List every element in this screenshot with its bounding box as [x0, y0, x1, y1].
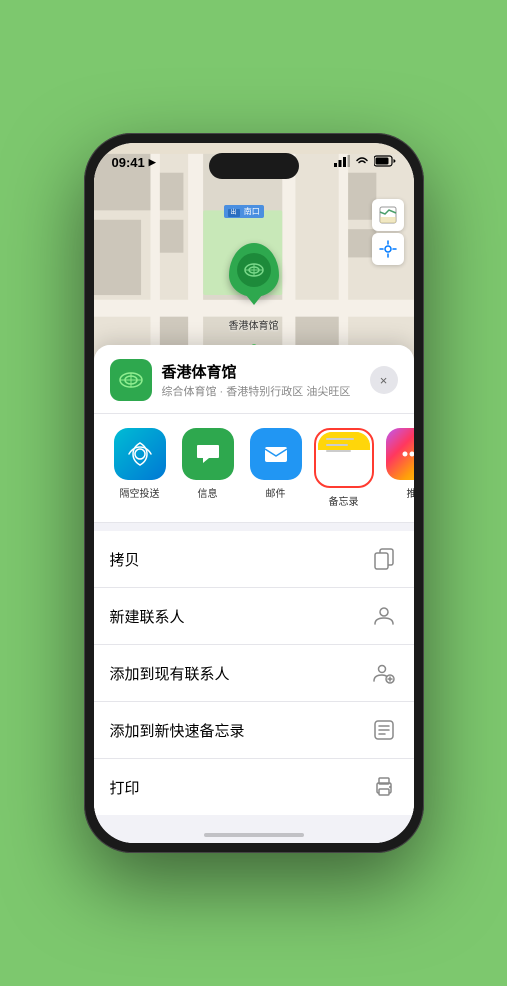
message-icon-wrap: [182, 428, 234, 480]
action-item-quick-note[interactable]: 添加到新快速备忘录: [94, 702, 414, 759]
home-indicator: [204, 833, 304, 837]
more-label: 推: [407, 485, 414, 500]
battery-icon: [374, 155, 396, 167]
add-contact-icon: [370, 659, 398, 687]
status-time: 09:41 ▶: [112, 155, 156, 170]
airdrop-icon: [125, 439, 155, 469]
share-item-message[interactable]: 信息: [174, 428, 242, 508]
action-list: 拷贝 新建联系人: [94, 531, 414, 815]
share-item-mail[interactable]: 邮件: [242, 428, 310, 508]
signal-icon: [334, 155, 350, 167]
quick-note-label: 添加到新快速备忘录: [110, 720, 245, 741]
venue-info: 香港体育馆 综合体育馆 · 香港特别行政区 油尖旺区: [162, 361, 360, 399]
bottom-sheet: 香港体育馆 综合体育馆 · 香港特别行政区 油尖旺区 ×: [94, 345, 414, 843]
map-type-button[interactable]: [372, 199, 404, 231]
notes-line-1: [326, 438, 354, 440]
copy-label: 拷贝: [110, 549, 140, 570]
home-indicator-area: [94, 815, 414, 843]
action-item-print[interactable]: 打印: [94, 759, 414, 815]
more-dots-icon: [397, 439, 414, 469]
phone-screen: 09:41 ▶: [94, 143, 414, 843]
quick-note-icon: [370, 716, 398, 744]
share-item-airdrop[interactable]: 隔空投送: [106, 428, 174, 508]
print-icon: [370, 773, 398, 801]
action-item-new-contact[interactable]: 新建联系人: [94, 588, 414, 645]
notes-line-3: [326, 450, 351, 452]
notes-inner: [318, 432, 370, 484]
message-icon: [193, 439, 223, 469]
marker-pin-inner: [237, 253, 271, 287]
copy-icon: [370, 545, 398, 573]
location-button[interactable]: [372, 233, 404, 265]
notes-line-2: [326, 444, 348, 446]
add-contact-label: 添加到现有联系人: [110, 663, 230, 684]
map-label-nankou: 出 南口: [224, 205, 264, 218]
airdrop-label: 隔空投送: [120, 485, 160, 500]
venue-subtitle: 综合体育馆 · 香港特别行政区 油尖旺区: [162, 383, 360, 399]
stadium-marker: 香港体育馆: [229, 243, 279, 332]
notes-label: 备忘录: [329, 493, 359, 508]
airdrop-icon-wrap: [114, 428, 166, 480]
stadium-icon: [243, 259, 265, 281]
new-contact-label: 新建联系人: [110, 606, 185, 627]
share-item-more[interactable]: 推: [378, 428, 414, 508]
new-contact-icon: [370, 602, 398, 630]
marker-name: 香港体育馆: [229, 317, 279, 332]
notes-highlight-border: [314, 428, 374, 488]
action-item-add-contact[interactable]: 添加到现有联系人: [94, 645, 414, 702]
venue-icon: [110, 359, 152, 401]
mail-label: 邮件: [266, 485, 286, 500]
mail-icon-wrap: [250, 428, 302, 480]
nankou-icon: 出: [228, 209, 240, 217]
status-icons: [334, 155, 396, 167]
more-icon-wrap: [386, 428, 414, 480]
share-row: 隔空投送 信息: [94, 414, 414, 523]
print-label: 打印: [110, 777, 140, 798]
message-label: 信息: [198, 485, 218, 500]
share-item-notes[interactable]: 备忘录: [310, 428, 378, 508]
venue-name: 香港体育馆: [162, 361, 360, 382]
phone-frame: 09:41 ▶: [84, 133, 424, 853]
action-item-copy[interactable]: 拷贝: [94, 531, 414, 588]
notes-icon-wrap: [318, 432, 370, 484]
marker-pin: [229, 243, 279, 297]
sheet-header: 香港体育馆 综合体育馆 · 香港特别行政区 油尖旺区 ×: [94, 345, 414, 414]
dynamic-island: [209, 153, 299, 179]
location-icon: ▶: [149, 157, 156, 168]
venue-stadium-icon: [117, 366, 145, 394]
mail-icon: [261, 439, 291, 469]
close-button[interactable]: ×: [370, 366, 398, 394]
wifi-icon: [355, 155, 369, 167]
map-controls[interactable]: [372, 199, 404, 265]
